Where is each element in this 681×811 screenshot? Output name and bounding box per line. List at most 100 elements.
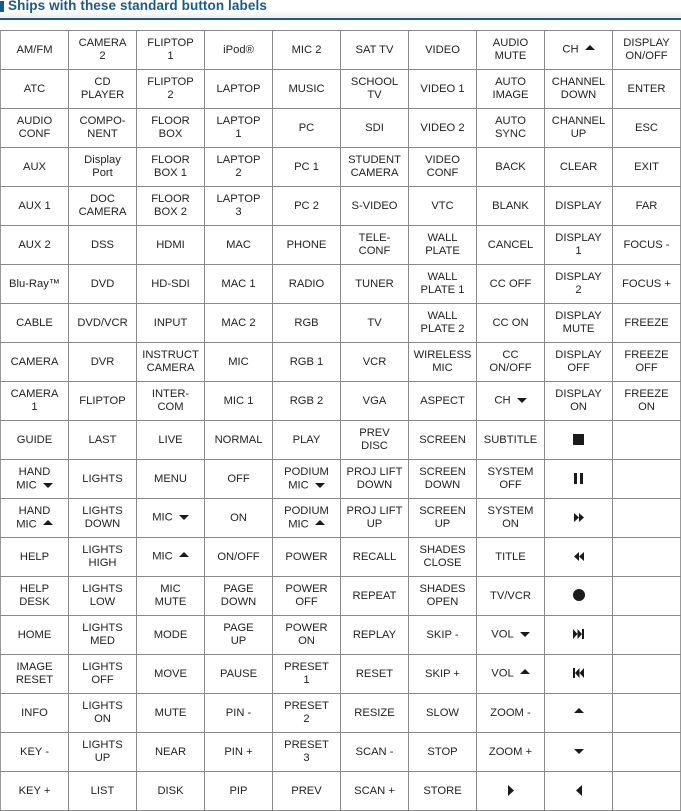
table-row: HAND MIC LIGHTS DOWN MIC ON PODIUM MIC PROJ L… [0, 498, 681, 538]
button-label: WALL PLATE 2 [420, 310, 465, 335]
button-label: STORE [423, 784, 462, 797]
button-label: DVD/VCR [77, 316, 128, 329]
button-label-cell: PRESET 3 [272, 732, 341, 772]
button-label-cell: FLIPTOP [68, 381, 137, 421]
button-label: INSTRUCT CAMERA [142, 349, 199, 374]
button-label-cell: PIN - [204, 693, 273, 733]
button-label: ZOOM - [490, 706, 531, 719]
empty-cell [612, 693, 681, 733]
button-label-cell: SDI [340, 108, 409, 148]
section-header: Ships with these standard button labels [0, 0, 681, 20]
button-label: FLIPTOP 2 [147, 76, 194, 101]
button-label: EXIT [634, 160, 659, 173]
button-label-cell: SHADES CLOSE [408, 537, 477, 577]
button-label: CAMERA 1 [10, 388, 59, 413]
button-label-cell: DISK [136, 771, 205, 811]
button-label-cell: INPUT [136, 303, 205, 343]
button-label-cell: TITLE [476, 537, 545, 577]
button-label-cell: AUDIO MUTE [476, 30, 545, 70]
button-label-cell [544, 693, 613, 733]
button-label-cell: REPLAY [340, 615, 409, 655]
button-label: LIGHTS HIGH [82, 544, 123, 569]
table-row: KEY + LIST DISK PIP PREV SCAN + STORE [0, 771, 681, 811]
button-label: IMAGE RESET [15, 661, 54, 686]
button-label-cell [544, 498, 613, 538]
button-label: Blu-Ray™ [9, 277, 60, 290]
button-label: SYSTEM ON [487, 505, 534, 530]
button-label: CABLE [16, 316, 53, 329]
triangle-right-icon [507, 784, 514, 797]
button-label-cell: AUDIO CONF [0, 108, 69, 148]
button-label-cell: HELP [0, 537, 69, 577]
button-label-cell: CHANNEL UP [544, 108, 613, 148]
button-label-cell: MAC 1 [204, 264, 273, 304]
button-label-cell: CH [544, 30, 613, 70]
button-label-cell: VOL [476, 615, 545, 655]
button-label: CANCEL [487, 238, 534, 251]
button-label-cell: PC 1 [272, 147, 341, 187]
button-label-cell: PIP [204, 771, 273, 811]
button-label: DVR [90, 355, 115, 368]
table-row: HELP LIGHTS HIGH MIC ON/OFF POWER RECALL SHADE… [0, 537, 681, 577]
button-label: AUX 2 [18, 238, 51, 251]
button-label: MIC 1 [223, 394, 254, 407]
button-label: BACK [495, 160, 526, 173]
button-label: WALL PLATE 1 [420, 271, 465, 296]
button-label-cell: LIGHTS DOWN [68, 498, 137, 538]
button-label: MIC MUTE [154, 583, 187, 608]
button-label-cell: VIDEO [408, 30, 477, 70]
button-label-cell: ASPECT [408, 381, 477, 421]
button-label-cell: LIGHTS HIGH [68, 537, 137, 577]
button-label: TV/VCR [489, 589, 532, 602]
button-label: FAR [635, 199, 658, 212]
button-label-cell: SYSTEM ON [476, 498, 545, 538]
button-label: RGB 2 [289, 394, 324, 407]
button-label-cell: SCHOOL TV [340, 69, 409, 109]
table-row: CABLE DVD/VCR INPUT MAC 2 RGB TV WALL PLATE 2 C… [0, 303, 681, 343]
button-label-cell: CHANNEL DOWN [544, 69, 613, 109]
button-label-cell: FLIPTOP 1 [136, 30, 205, 70]
button-label-cell: ESC [612, 108, 681, 148]
button-labels-table: AM/FM CAMERA 2 FLIPTOP 1 iPod® MIC 2 SAT TV VI… [0, 30, 681, 811]
button-label: LIGHTS MED [82, 622, 123, 647]
button-label-cell: FOCUS - [612, 225, 681, 265]
button-label-cell: NEAR [136, 732, 205, 772]
button-label: HD-SDI [151, 277, 190, 290]
button-label: PROJ LIFT UP [346, 505, 403, 530]
button-label-cell: EXIT [612, 147, 681, 187]
table-row: ATC CD PLAYER FLIPTOP 2 LAPTOP MUSIC SCHOOL T… [0, 69, 681, 109]
button-label-cell: KEY + [0, 771, 69, 811]
button-label: KEY + [18, 784, 51, 797]
button-label-cell: HD-SDI [136, 264, 205, 304]
button-label: PC 1 [294, 160, 319, 173]
fast-forward-icon [573, 511, 584, 524]
button-label: VCR [362, 355, 387, 368]
button-label: LIGHTS OFF [82, 661, 123, 686]
button-label-cell: SCREEN [408, 420, 477, 460]
button-label: ON [230, 511, 247, 524]
triangle-up-icon [173, 550, 189, 563]
button-label: PRESET 2 [284, 700, 329, 725]
button-label: DISPLAY 2 [555, 271, 602, 296]
button-label: DOC CAMERA [78, 193, 127, 218]
button-label-cell: AUX 2 [0, 225, 69, 265]
button-label: PROJ LIFT DOWN [346, 466, 403, 491]
button-label: TV [367, 316, 382, 329]
button-label: SHADES CLOSE [419, 544, 466, 569]
button-label-cell: FOCUS + [612, 264, 681, 304]
button-label-cell: CAMERA [0, 342, 69, 382]
button-label: WALL PLATE [425, 232, 460, 257]
triangle-up-icon [573, 706, 584, 719]
button-label-cell: CAMERA 1 [0, 381, 69, 421]
button-label: STOP [427, 745, 458, 758]
button-label-cell: MUTE [136, 693, 205, 733]
button-label-cell: FLOOR BOX [136, 108, 205, 148]
button-label: VOL [491, 667, 514, 680]
button-label-cell: LIGHTS ON [68, 693, 137, 733]
button-label-cell: PHONE [272, 225, 341, 265]
button-label-cell [544, 654, 613, 694]
button-label: CHANNEL DOWN [551, 76, 606, 101]
button-label-cell: VOL [476, 654, 545, 694]
button-label: CC OFF [489, 277, 532, 290]
button-label-cell: KEY - [0, 732, 69, 772]
